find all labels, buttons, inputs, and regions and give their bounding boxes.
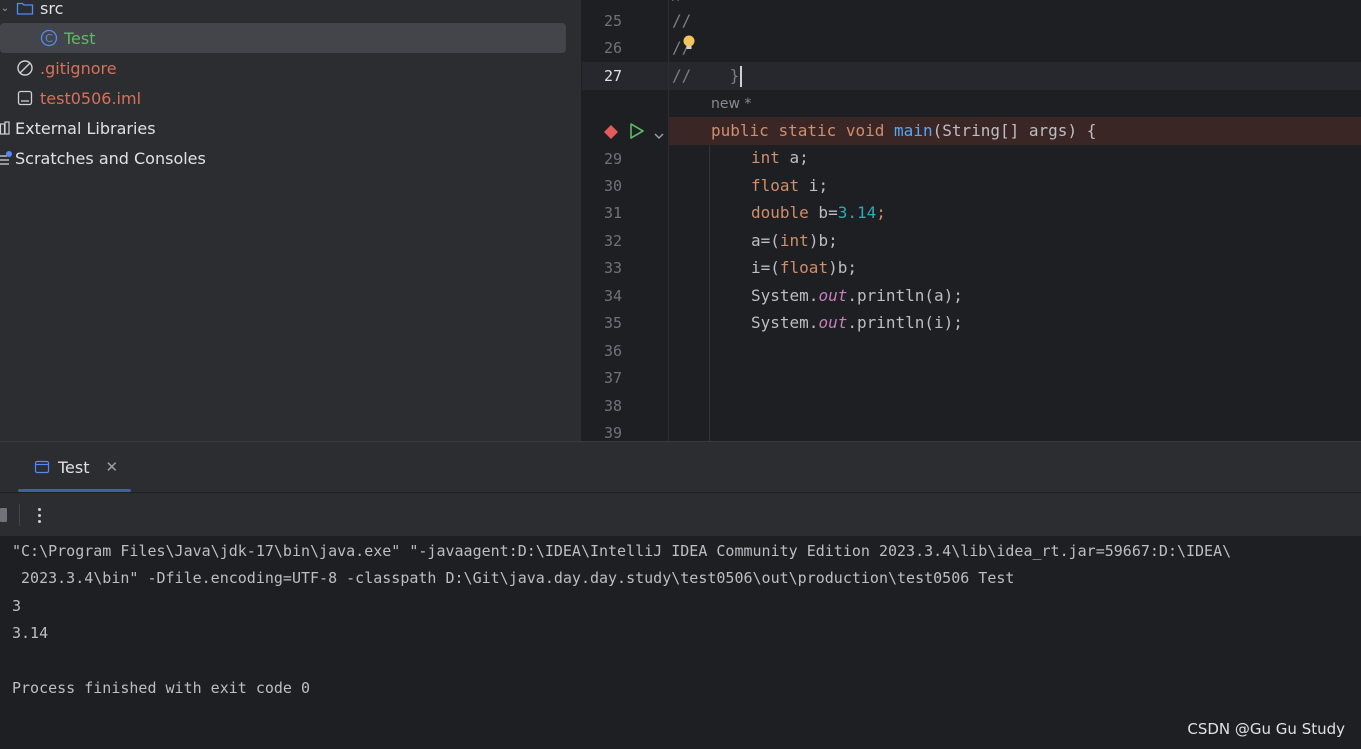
tree-item-label: External Libraries bbox=[15, 118, 156, 138]
console-line: 2023.3.4\bin" -Dfile.encoding=UTF-8 -cla… bbox=[12, 569, 1015, 587]
code-text: i; bbox=[799, 176, 829, 195]
tree-item-external-libraries[interactable]: External Libraries bbox=[0, 113, 156, 143]
line-number: 34 bbox=[603, 287, 622, 305]
code-editor[interactable]: // 25 26 27 29 30 31 32 33 34 35 36 37 3… bbox=[582, 0, 1361, 441]
code-line-comment: // } bbox=[672, 66, 740, 85]
console-tab-icon bbox=[34, 459, 50, 475]
keyword: double bbox=[751, 203, 809, 222]
code-line: System.out.println(i); bbox=[751, 313, 963, 332]
code-line: float i; bbox=[751, 176, 828, 195]
keyword: float bbox=[779, 258, 829, 277]
tree-item-label: src bbox=[40, 0, 64, 18]
gutter-separator bbox=[668, 0, 669, 441]
more-options-icon[interactable] bbox=[34, 504, 44, 526]
line-number: 39 bbox=[603, 424, 622, 441]
keyword: public bbox=[711, 121, 769, 140]
toolbar-separator bbox=[0, 492, 1361, 493]
chevron-down-icon[interactable]: ⌄ bbox=[0, 3, 10, 14]
text-caret bbox=[740, 66, 742, 87]
line-number: 25 bbox=[603, 12, 622, 30]
line-number: 31 bbox=[603, 204, 622, 222]
run-gutter-icon[interactable] bbox=[629, 122, 645, 140]
line-number: 29 bbox=[603, 150, 622, 168]
line-number: 35 bbox=[603, 314, 622, 332]
tree-item-scratches[interactable]: Scratches and Consoles bbox=[0, 143, 206, 173]
code-text: System. bbox=[751, 286, 819, 305]
libraries-icon bbox=[0, 119, 12, 137]
indent-guide bbox=[709, 145, 710, 441]
tab-label: Test bbox=[58, 457, 90, 477]
console-line: Process finished with exit code 0 bbox=[12, 679, 311, 697]
code-line-comment: // bbox=[672, 11, 692, 30]
code-text: )b; bbox=[808, 231, 838, 250]
tree-item-gitignore[interactable]: .gitignore bbox=[16, 53, 117, 83]
keyword: void bbox=[845, 121, 885, 140]
line-number: 37 bbox=[603, 369, 622, 387]
code-text: a=( bbox=[751, 231, 780, 250]
tree-item-label: Scratches and Consoles bbox=[15, 148, 206, 168]
module-file-icon bbox=[16, 89, 34, 107]
ignored-file-icon bbox=[16, 59, 34, 77]
chevron-down-icon[interactable] bbox=[653, 126, 665, 139]
line-number: 36 bbox=[603, 342, 622, 360]
breakpoint-icon[interactable] bbox=[604, 124, 618, 139]
code-text: ; bbox=[876, 203, 886, 222]
tree-item-label: Test bbox=[64, 28, 96, 48]
static-field: out bbox=[818, 313, 848, 332]
scratches-icon bbox=[0, 149, 12, 167]
number-literal: 3.14 bbox=[837, 203, 877, 222]
line-number: 38 bbox=[603, 397, 622, 415]
tree-item-label: test0506.iml bbox=[40, 88, 142, 108]
tree-item-src[interactable]: ⌄ src bbox=[0, 0, 64, 23]
code-text: a; bbox=[779, 148, 809, 167]
code-text: i=( bbox=[751, 258, 780, 277]
code-line: i=(float)b; bbox=[751, 258, 857, 277]
tree-item-test[interactable]: C Test bbox=[0, 23, 566, 53]
class-icon: C bbox=[40, 29, 58, 47]
watermark: CSDN @Gu Gu Study bbox=[1187, 720, 1345, 738]
code-text: .println(a); bbox=[847, 286, 963, 305]
code-text: )b; bbox=[828, 258, 857, 277]
code-line: int a; bbox=[751, 148, 809, 167]
code-line: a=(int)b; bbox=[751, 231, 838, 250]
line-number-current: 27 bbox=[603, 67, 622, 85]
method-name: main bbox=[894, 121, 933, 140]
code-line: double b=3.14; bbox=[751, 203, 886, 222]
keyword: int bbox=[779, 231, 809, 250]
line-number: 32 bbox=[603, 232, 622, 250]
tree-item-label: .gitignore bbox=[40, 58, 117, 78]
lightbulb-icon[interactable] bbox=[682, 34, 696, 52]
project-tool-window: ⌄ src C Test .gitignore test0506.iml Ext… bbox=[0, 0, 581, 441]
code-line-main: public static void main(String[] args) { bbox=[711, 121, 1096, 140]
console-line: "C:\Program Files\Java\jdk-17\bin\java.e… bbox=[12, 542, 1232, 560]
tree-item-iml[interactable]: test0506.iml bbox=[16, 83, 141, 113]
code-line: System.out.println(a); bbox=[751, 286, 963, 305]
console-line: 3.14 bbox=[12, 624, 49, 642]
keyword: int bbox=[751, 148, 780, 167]
line-number: 33 bbox=[603, 259, 622, 277]
line-number: 30 bbox=[603, 177, 622, 195]
svg-text:C: C bbox=[45, 32, 53, 45]
keyword: static bbox=[778, 121, 837, 140]
code-text: (String[] args) { bbox=[932, 121, 1097, 140]
code-line-partial: // bbox=[672, 0, 683, 3]
stop-icon[interactable] bbox=[0, 508, 7, 522]
line-number: 26 bbox=[603, 39, 622, 57]
keyword: float bbox=[751, 176, 800, 195]
tab-test[interactable]: Test ✕ bbox=[20, 452, 118, 482]
code-text: .println(i); bbox=[847, 313, 963, 332]
console-line: 3 bbox=[12, 597, 22, 615]
toolbar-divider bbox=[19, 504, 20, 526]
close-icon[interactable]: ✕ bbox=[106, 458, 119, 476]
static-field: out bbox=[818, 286, 848, 305]
code-text: System. bbox=[751, 313, 819, 332]
inlay-hint[interactable]: new * bbox=[711, 96, 751, 112]
code-text: b= bbox=[808, 203, 838, 222]
folder-icon bbox=[16, 0, 34, 16]
console-output[interactable]: "C:\Program Files\Java\jdk-17\bin\java.e… bbox=[0, 536, 1361, 749]
